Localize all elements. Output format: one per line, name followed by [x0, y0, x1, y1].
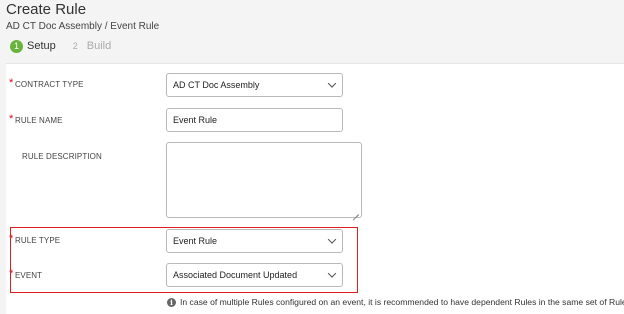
- contract-type-label: CONTRACT TYPE: [15, 80, 84, 89]
- contract-type-value: AD CT Doc Assembly: [173, 80, 260, 90]
- step-build[interactable]: 2 Build: [68, 39, 111, 54]
- required-marker: *: [9, 233, 14, 245]
- contract-type-select[interactable]: AD CT Doc Assembly: [166, 73, 343, 97]
- page-header: Create Rule AD CT Doc Assembly / Event R…: [0, 0, 624, 56]
- chevron-down-icon: [327, 79, 337, 88]
- chevron-down-icon: [327, 235, 337, 244]
- rule-type-select[interactable]: Event Rule: [166, 229, 343, 253]
- step-label: Build: [86, 40, 112, 52]
- rule-name-label: RULE NAME: [15, 116, 63, 125]
- info-text: In case of multiple Rules configured on …: [180, 297, 624, 307]
- step-number-badge: 1: [10, 39, 23, 53]
- rule-description-label: RULE DESCRIPTION: [22, 152, 102, 161]
- resize-handle-icon[interactable]: [353, 209, 359, 215]
- rule-form: * CONTRACT TYPE AD CT Doc Assembly * RUL…: [6, 63, 624, 314]
- rule-type-value: Event Rule: [173, 236, 218, 246]
- step-label: Setup: [27, 40, 56, 52]
- breadcrumb[interactable]: AD CT Doc Assembly / Event Rule: [6, 21, 159, 32]
- wizard-steps: 1 Setup 2 Build: [10, 38, 123, 54]
- required-marker: *: [9, 268, 14, 280]
- event-label: EVENT: [15, 271, 43, 280]
- chevron-down-icon: [327, 269, 337, 278]
- page-title: Create Rule: [6, 1, 87, 18]
- event-value: Associated Document Updated: [173, 270, 298, 280]
- required-marker: *: [9, 113, 14, 125]
- step-number-badge: 2: [72, 41, 78, 51]
- event-select[interactable]: Associated Document Updated: [166, 263, 343, 287]
- rule-name-value: Event Rule: [173, 115, 218, 125]
- step-setup[interactable]: 1 Setup: [10, 39, 56, 53]
- info-icon: i: [167, 297, 176, 307]
- required-marker: *: [9, 77, 14, 89]
- rule-type-label: RULE TYPE: [15, 236, 61, 245]
- rule-description-textarea[interactable]: [166, 142, 362, 218]
- info-note: i In case of multiple Rules configured o…: [167, 297, 624, 307]
- rule-name-input[interactable]: Event Rule: [166, 108, 343, 132]
